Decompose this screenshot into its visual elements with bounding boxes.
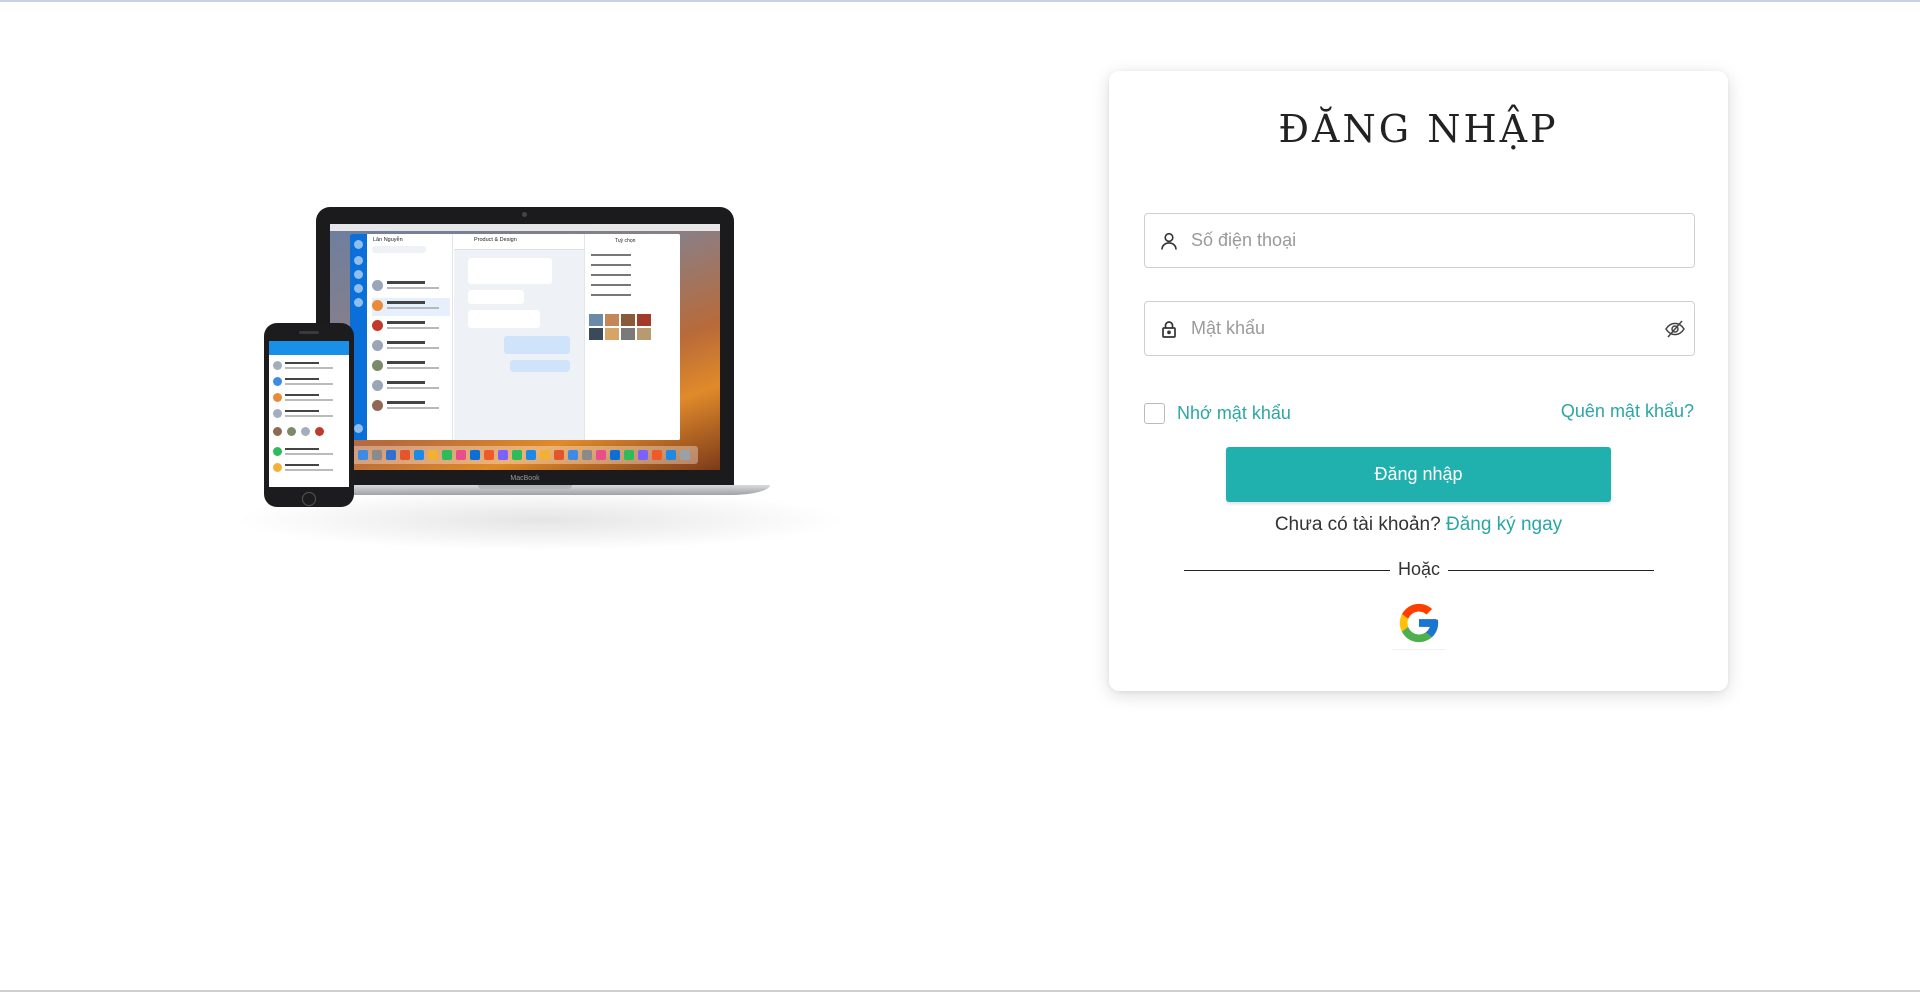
chat-panel: Product & Design — [454, 234, 584, 440]
options-title: Tuỳ chọn — [615, 238, 636, 244]
app-search — [372, 246, 426, 253]
smartphone — [264, 323, 354, 507]
phone-app-bar — [269, 341, 349, 355]
password-input[interactable] — [1191, 302, 1631, 355]
login-card: ĐĂNG NHẬP Nhớ mật k — [1109, 71, 1728, 691]
signup-link[interactable]: Đăng ký ngay — [1446, 514, 1562, 535]
phone-screen — [269, 341, 349, 487]
phone-home-button — [302, 492, 316, 506]
or-divider: Hoặc — [1184, 559, 1654, 581]
messaging-app-window: Lân Nguyễn Product & Design Tuỳ chọn — [350, 234, 680, 440]
eye-off-icon[interactable] — [1664, 318, 1686, 340]
login-button[interactable]: Đăng nhập — [1226, 447, 1611, 502]
laptop: Lân Nguyễn Product & Design Tuỳ chọn — [316, 207, 734, 487]
remember-label: Nhớ mật khẩu — [1177, 402, 1291, 423]
laptop-screen: Lân Nguyễn Product & Design Tuỳ chọn — [330, 224, 720, 470]
signup-prompt: Chưa có tài khoản? Đăng ký ngay — [1109, 514, 1728, 536]
hero-illustration: Lân Nguyễn Product & Design Tuỳ chọn Mac… — [190, 205, 840, 555]
remember-me[interactable]: Nhớ mật khẩu — [1144, 401, 1291, 425]
options-panel: Tuỳ chọn — [584, 234, 680, 440]
laptop-brand: MacBook — [510, 475, 540, 482]
phone-input[interactable] — [1191, 214, 1631, 267]
mac-menubar — [330, 224, 720, 231]
top-border — [0, 0, 1920, 2]
signup-prompt-text: Chưa có tài khoản? — [1274, 514, 1441, 535]
phone-speaker — [299, 331, 319, 334]
divider-line-right — [1448, 570, 1654, 571]
chat-title: Product & Design — [474, 237, 517, 243]
password-field[interactable] — [1144, 301, 1695, 356]
google-login-button[interactable] — [1392, 596, 1446, 650]
chat-header: Product & Design — [454, 234, 584, 250]
google-icon — [1399, 603, 1439, 642]
user-icon — [1159, 231, 1179, 251]
lock-icon — [1159, 319, 1179, 339]
page-title: ĐĂNG NHẬP — [1278, 107, 1559, 151]
phone-field[interactable] — [1144, 213, 1695, 268]
mac-dock — [352, 446, 698, 464]
laptop-notch — [478, 485, 572, 489]
conversation-list: Lân Nguyễn — [367, 234, 453, 440]
laptop-camera — [522, 212, 527, 217]
app-list-title: Lân Nguyễn — [373, 237, 403, 243]
forgot-password-link[interactable]: Quên mật khẩu? — [1561, 401, 1694, 422]
remember-checkbox[interactable] — [1144, 402, 1165, 424]
